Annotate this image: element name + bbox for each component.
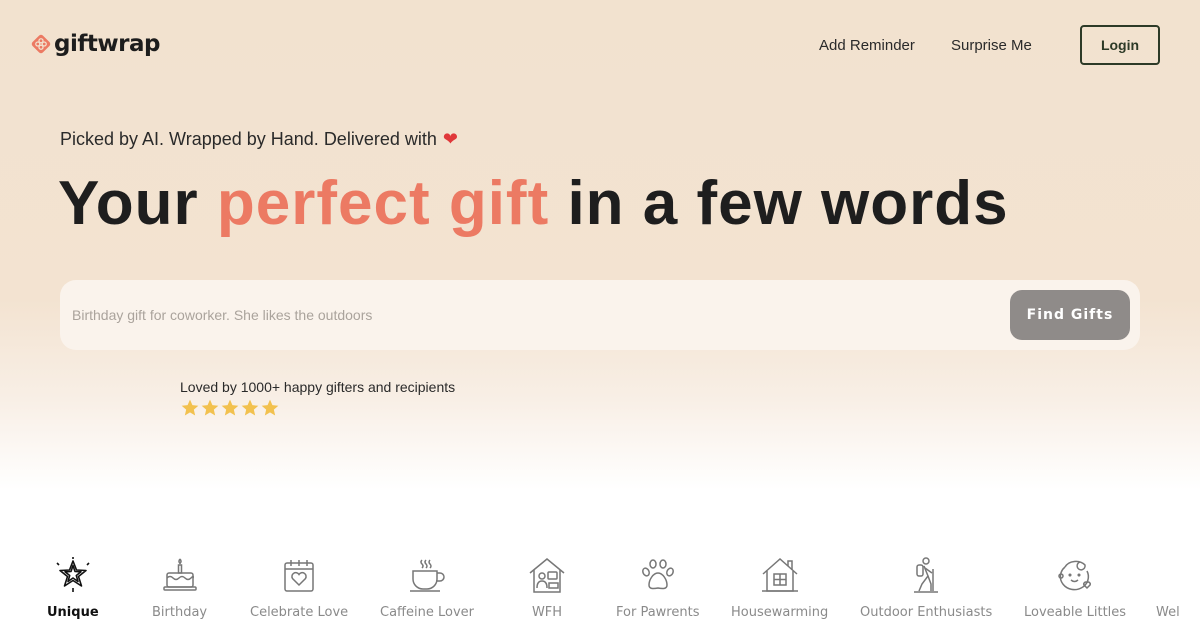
add-reminder-link[interactable]: Add Reminder: [819, 37, 915, 54]
sparkle-star-icon: [56, 557, 90, 592]
category-label: Celebrate Love: [250, 605, 349, 620]
category-label: Housewarming: [731, 605, 829, 620]
category-for-pawrents[interactable]: For Pawrents: [616, 555, 699, 620]
headline-before: Your: [58, 169, 217, 238]
birthday-cake-icon: [162, 558, 197, 591]
tagline-text: Picked by AI. Wrapped by Hand. Delivered…: [60, 129, 437, 149]
category-wfh[interactable]: WFH: [527, 555, 567, 620]
paw-icon: [641, 559, 674, 590]
star-icon: [241, 399, 259, 416]
category-outdoor-enthusiasts[interactable]: Outdoor Enthusiasts: [860, 555, 992, 620]
calendar-heart-icon: [284, 560, 314, 592]
headline-accent: perfect gift: [216, 169, 550, 238]
category-birthday[interactable]: Birthday: [152, 555, 207, 620]
category-label: Unique: [47, 605, 99, 620]
gift-search-input[interactable]: [72, 300, 972, 330]
logo-mark-icon: [31, 34, 51, 54]
star-icon: [221, 399, 239, 416]
category-label: Birthday: [152, 605, 208, 620]
social-proof: Loved by 1000+ happy gifters and recipie…: [180, 379, 455, 418]
brand-logo[interactable]: giftwrap: [30, 31, 160, 57]
house-icon: [761, 557, 798, 592]
category-caffeine-lover[interactable]: Caffeine Lover: [380, 555, 474, 620]
find-gifts-button[interactable]: Find Gifts: [1010, 290, 1130, 340]
category-label: Wel: [1156, 605, 1180, 620]
star-icon: [261, 399, 279, 416]
category-unique[interactable]: Unique: [47, 555, 99, 620]
brand-name: giftwrap: [54, 31, 160, 57]
page-title: Your perfect gift in a few words: [58, 168, 1009, 239]
category-partial[interactable]: Wel: [1156, 555, 1196, 620]
category-label: Loveable Littles: [1024, 605, 1127, 620]
category-carousel: Unique Birthday Celebrate Love Caffeine …: [0, 555, 1200, 623]
heart-icon: ❤: [442, 129, 458, 149]
category-label: For Pawrents: [616, 605, 700, 620]
top-navigation: giftwrap Add Reminder Surprise Me Login: [0, 0, 1200, 90]
headline-after: in a few words: [549, 169, 1009, 238]
category-loveable-littles[interactable]: Loveable Littles: [1024, 555, 1126, 620]
star-icon: [201, 399, 219, 416]
category-label: WFH: [531, 605, 563, 620]
category-celebrate-love[interactable]: Celebrate Love: [250, 555, 348, 620]
login-button[interactable]: Login: [1080, 25, 1160, 65]
hero-tagline: Picked by AI. Wrapped by Hand. Delivered…: [60, 129, 458, 150]
baby-face-icon: [1058, 560, 1091, 591]
surprise-me-link[interactable]: Surprise Me: [951, 37, 1032, 54]
coffee-cup-icon: [409, 559, 445, 592]
home-office-icon: [529, 558, 565, 593]
star-icon: [181, 399, 199, 416]
category-label: Outdoor Enthusiasts: [860, 605, 993, 620]
hiker-icon: [914, 557, 939, 593]
star-rating: [180, 398, 455, 418]
social-proof-text: Loved by 1000+ happy gifters and recipie…: [180, 379, 456, 395]
category-label: Caffeine Lover: [380, 605, 474, 620]
category-housewarming[interactable]: Housewarming: [731, 555, 828, 620]
gift-search-bar: Find Gifts: [60, 280, 1140, 350]
